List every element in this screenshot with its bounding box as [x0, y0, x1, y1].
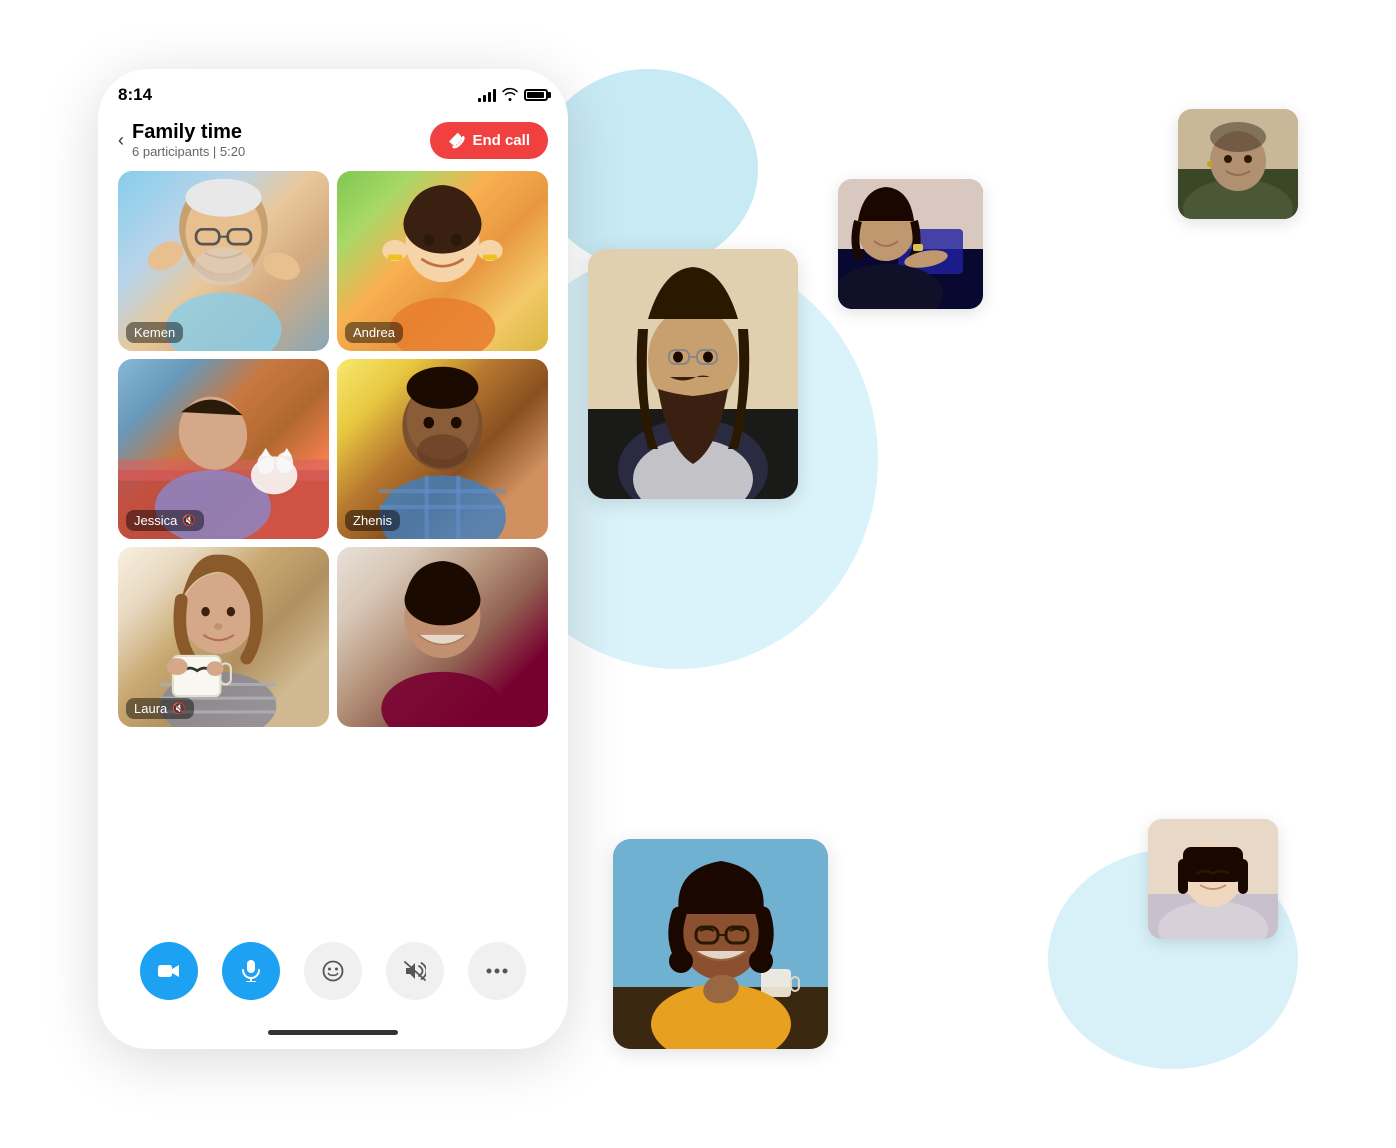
call-subtitle: 6 participants | 5:20: [132, 144, 245, 159]
scene: 8:14: [98, 49, 1298, 1099]
battery-icon: [524, 89, 548, 101]
video-button[interactable]: [140, 942, 198, 1000]
float-panel-laughing: [613, 839, 828, 1049]
video-cell-kemen: Kemen: [118, 171, 329, 351]
video-cell-jessica: Jessica 🔇: [118, 359, 329, 539]
end-call-icon: ☎: [445, 128, 469, 152]
call-header: ‹ Family time 6 participants | 5:20 ☎ En…: [118, 113, 548, 171]
label-andrea: Andrea: [345, 322, 403, 343]
wifi-icon: [502, 87, 518, 104]
label-jessica: Jessica 🔇: [126, 510, 204, 531]
video-grid: Kemen: [118, 171, 548, 910]
home-indicator: [268, 1030, 398, 1035]
controls-bar: [118, 926, 548, 1030]
status-bar: 8:14: [98, 69, 568, 113]
floating-panels: [558, 49, 1298, 1099]
video-cell-andrea: Andrea: [337, 171, 548, 351]
video-cell-man6: [337, 547, 548, 727]
mic-button[interactable]: [222, 942, 280, 1000]
emoji-button[interactable]: [304, 942, 362, 1000]
label-kemen: Kemen: [126, 322, 183, 343]
end-call-label: End call: [472, 132, 530, 149]
float-panel-bald: [1178, 109, 1298, 219]
video-cell-laura: Laura 🔇: [118, 547, 329, 727]
video-cell-zhenis: Zhenis: [337, 359, 548, 539]
person-man6-art: [337, 547, 548, 727]
jessica-mute-icon: 🔇: [182, 514, 196, 527]
speaker-button[interactable]: [386, 942, 444, 1000]
phone-frame: 8:14: [98, 69, 568, 1049]
float-panel-bearded: [588, 249, 798, 499]
status-time: 8:14: [118, 85, 152, 105]
laura-mute-icon: 🔇: [172, 702, 186, 715]
back-button[interactable]: ‹: [118, 130, 124, 151]
signal-icon: [478, 88, 496, 102]
label-zhenis: Zhenis: [345, 510, 400, 531]
call-title: Family time: [132, 121, 245, 144]
float-panel-asian: [1148, 819, 1278, 939]
call-title-group: ‹ Family time 6 participants | 5:20: [118, 121, 245, 159]
video-bg-man6: [337, 547, 548, 727]
more-button[interactable]: [468, 942, 526, 1000]
label-laura: Laura 🔇: [126, 698, 194, 719]
call-info: Family time 6 participants | 5:20: [132, 121, 245, 159]
status-icons: [478, 87, 548, 104]
end-call-button[interactable]: ☎ End call: [430, 122, 548, 159]
float-panel-laptop: [838, 179, 983, 309]
